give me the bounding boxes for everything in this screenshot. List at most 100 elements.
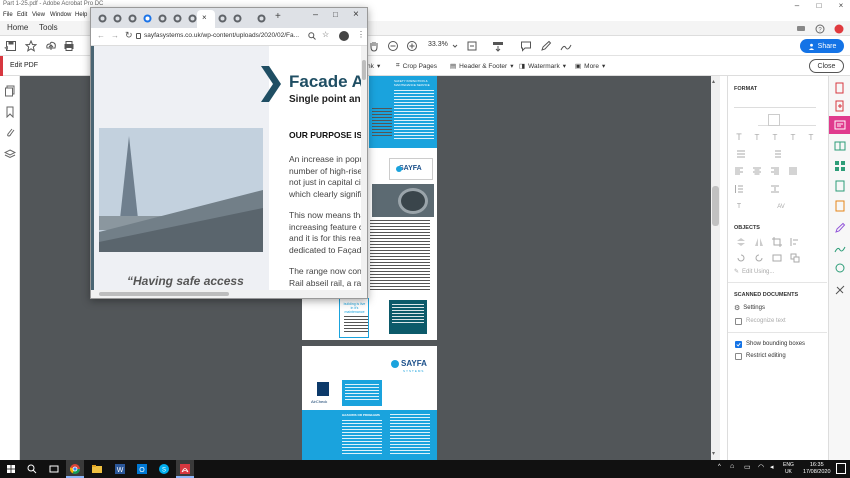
upload-icon[interactable] <box>45 40 57 52</box>
line-spacing-icon[interactable] <box>734 184 744 194</box>
tab-home[interactable]: Home <box>7 23 28 32</box>
document-scrollbar[interactable]: ▴ ▾ <box>711 76 720 460</box>
browser-minimize-button[interactable]: – <box>313 9 318 19</box>
volume-icon[interactable]: ◂ <box>770 463 774 471</box>
edit-using-control[interactable]: ✎ Edit Using... <box>734 268 774 276</box>
protect-icon[interactable] <box>834 200 846 212</box>
char-spacing-icon[interactable]: AV <box>776 200 786 210</box>
skype-icon[interactable]: S <box>158 463 170 475</box>
zoom-in-icon[interactable] <box>406 40 418 52</box>
export-pdf-icon[interactable] <box>834 82 846 94</box>
replace-image-icon[interactable] <box>772 253 782 263</box>
scroll-down-icon[interactable]: ▾ <box>712 450 715 457</box>
network-icon[interactable]: ⌂ <box>730 463 734 470</box>
font-size-select[interactable] <box>758 116 816 126</box>
settings-button[interactable]: ⚙ Settings <box>734 304 765 312</box>
browser-tab-favicon[interactable] <box>173 14 182 23</box>
restrict-editing-checkbox[interactable] <box>735 353 742 360</box>
profile-icon[interactable] <box>834 24 844 34</box>
browser-hscroll-thumb[interactable] <box>99 292 229 296</box>
file-explorer-icon[interactable] <box>91 463 103 475</box>
active-browser-tab[interactable]: × <box>197 10 215 28</box>
more-tools-icon[interactable] <box>834 284 846 296</box>
watermark-button[interactable]: ◨ Watermark ▾ <box>519 62 566 71</box>
text-size-small-icon[interactable]: T <box>752 132 762 142</box>
print-icon[interactable] <box>63 40 75 52</box>
browser-tab-favicon[interactable] <box>233 14 242 23</box>
browser-tab-favicon[interactable] <box>113 14 122 23</box>
search-icon[interactable] <box>308 32 316 40</box>
create-pdf-icon[interactable] <box>834 100 846 112</box>
close-tab-icon[interactable]: × <box>202 13 207 22</box>
notification-icon[interactable] <box>836 463 846 474</box>
zoom-out-icon[interactable] <box>387 40 399 52</box>
enhance-scan-icon[interactable] <box>834 180 846 192</box>
chevron-down-icon[interactable] <box>449 40 461 52</box>
align-objects-icon[interactable] <box>790 237 800 247</box>
forward-icon[interactable]: → <box>111 31 119 40</box>
text-color-picker[interactable] <box>768 114 780 126</box>
justify-icon[interactable] <box>788 166 798 176</box>
browser-tab-favicon[interactable] <box>143 14 152 23</box>
chat-icon[interactable] <box>796 24 806 34</box>
strikethrough-icon[interactable]: T <box>806 132 816 142</box>
chrome-taskbar-button[interactable] <box>66 460 84 478</box>
align-right-icon[interactable] <box>770 166 780 176</box>
task-view-icon[interactable] <box>48 463 60 475</box>
arrange-icon[interactable] <box>790 253 800 263</box>
attachment-icon[interactable] <box>4 126 16 138</box>
browser-tab-favicon[interactable] <box>128 14 137 23</box>
layers-icon[interactable] <box>4 148 16 160</box>
align-center-icon[interactable] <box>752 166 762 176</box>
hand-tool-icon[interactable] <box>368 40 380 52</box>
show-bounding-boxes-checkbox[interactable] <box>735 341 742 348</box>
back-icon[interactable]: ← <box>97 31 105 40</box>
sign-icon[interactable] <box>560 40 572 52</box>
new-tab-icon[interactable]: + <box>275 11 281 22</box>
zoom-level[interactable]: 33.3% <box>428 41 448 48</box>
collapse-left-icon[interactable]: ◂ <box>4 43 8 52</box>
browser-tab-favicon[interactable] <box>218 14 227 23</box>
profile-avatar[interactable] <box>339 31 349 41</box>
more-button[interactable]: ▣ More ▾ <box>575 62 605 71</box>
scroll-up-icon[interactable]: ▴ <box>712 78 715 85</box>
maximize-button[interactable]: □ <box>808 0 830 11</box>
windows-start-icon[interactable] <box>5 463 17 475</box>
pages-icon[interactable] <box>4 85 16 97</box>
scroll-mode-icon[interactable] <box>492 40 504 52</box>
scrollbar-thumb[interactable] <box>712 186 719 226</box>
close-window-button[interactable]: × <box>830 0 850 11</box>
browser-tab-favicon[interactable] <box>98 14 107 23</box>
browser-close-button[interactable]: × <box>353 9 359 20</box>
word-icon[interactable]: W <box>114 463 126 475</box>
star-icon[interactable] <box>25 40 37 52</box>
menu-dots-icon[interactable]: ⋮ <box>357 30 365 39</box>
crop-object-icon[interactable] <box>772 237 782 247</box>
char-scale-icon[interactable]: T <box>734 200 744 210</box>
outlook-icon[interactable]: O <box>136 463 148 475</box>
browser-vertical-scrollbar[interactable] <box>361 46 367 290</box>
tray-chevron-icon[interactable]: ^ <box>718 464 721 470</box>
browser-tab-favicon[interactable] <box>158 14 167 23</box>
flip-vertical-icon[interactable] <box>736 237 746 247</box>
menu-file[interactable]: File <box>3 12 13 18</box>
recognize-text-checkbox[interactable] <box>735 318 742 325</box>
minimize-button[interactable]: – <box>786 0 808 11</box>
share-button[interactable]: Share <box>800 39 844 53</box>
numbered-list-icon[interactable] <box>772 149 782 159</box>
browser-tab-favicon[interactable] <box>257 14 266 23</box>
header-footer-button[interactable]: ▤ Header & Footer ▾ <box>450 62 513 71</box>
battery-icon[interactable]: ▭ <box>744 463 751 471</box>
url-text[interactable]: sayfasystems.co.uk/wp-content/uploads/20… <box>144 32 299 39</box>
rotate-right-icon[interactable] <box>754 253 764 263</box>
bookmark-icon[interactable] <box>4 106 16 118</box>
flip-horizontal-icon[interactable] <box>754 237 764 247</box>
browser-maximize-button[interactable]: □ <box>333 10 338 19</box>
menu-window[interactable]: Window <box>50 12 71 18</box>
text-size-icon[interactable]: T <box>734 132 744 142</box>
bullet-list-icon[interactable] <box>736 149 746 159</box>
fit-page-icon[interactable] <box>466 40 478 52</box>
align-left-icon[interactable] <box>734 166 744 176</box>
paragraph-spacing-icon[interactable] <box>770 184 780 194</box>
language-indicator[interactable]: ENG UK <box>783 462 794 476</box>
